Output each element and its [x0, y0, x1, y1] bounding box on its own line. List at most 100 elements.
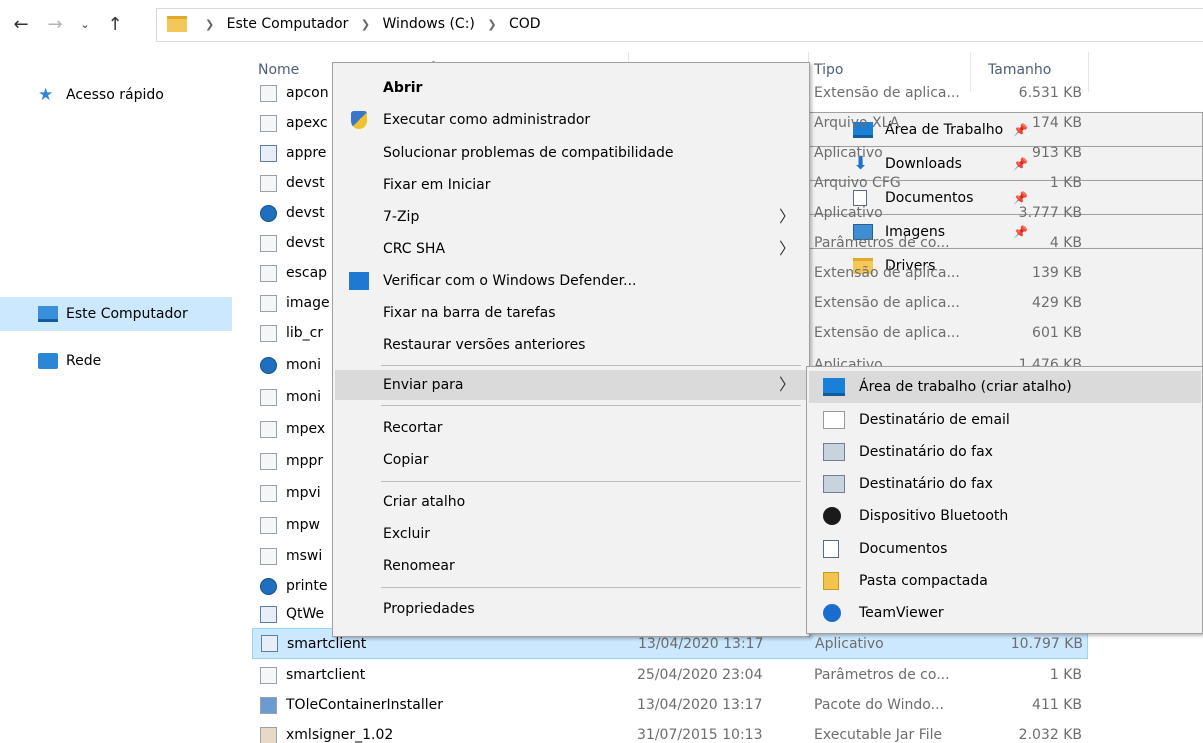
file-name: mswi: [286, 548, 323, 564]
sidebar-item-rede[interactable]: Rede: [0, 344, 232, 378]
menu-item-propriedades[interactable]: Propriedades: [335, 594, 807, 624]
file-type: Parâmetros de co...: [814, 667, 950, 683]
menu-item-criar-atalho[interactable]: Criar atalho: [335, 487, 807, 517]
breadcrumb-item-este-computador[interactable]: Este Computador: [227, 16, 349, 32]
submenu-item-label: TeamViewer: [859, 605, 944, 621]
dll-file-icon: [260, 453, 277, 470]
submenu-item-destinatario-fax[interactable]: Destinatário do fax: [809, 468, 1201, 500]
menu-separator: [381, 365, 801, 366]
file-name: mpw: [286, 517, 320, 533]
file-name: lib_cr: [286, 325, 324, 341]
file-type: Pacote do Windo...: [814, 697, 944, 713]
application-icon: [260, 357, 277, 374]
file-name: apexc: [286, 115, 328, 131]
file-type: Aplicativo: [814, 205, 883, 221]
submenu-item-bluetooth[interactable]: Dispositivo Bluetooth: [809, 500, 1201, 532]
breadcrumb[interactable]: ❯ Este Computador ❯ Windows (C:) ❯ COD: [156, 8, 1203, 42]
menu-item-excluir[interactable]: Excluir: [335, 519, 807, 549]
menu-item-fixar-em-iniciar[interactable]: Fixar em Iniciar: [335, 170, 807, 200]
file-name: mpex: [286, 421, 326, 437]
recent-locations-chevron-icon[interactable]: ⌄: [74, 14, 96, 36]
zip-folder-icon: [823, 572, 839, 590]
mail-icon: [823, 411, 845, 429]
menu-item-verificar-windows-defender[interactable]: Verificar com o Windows Defender...: [335, 266, 807, 296]
computer-icon: [38, 306, 58, 322]
submenu-item-documentos[interactable]: Documentos: [809, 533, 1201, 565]
submenu-item-teamviewer[interactable]: TeamViewer: [809, 597, 1201, 629]
file-size: 1 KB: [1049, 175, 1082, 191]
menu-item-label: Verificar com o Windows Defender...: [383, 273, 637, 289]
uac-shield-icon: [351, 111, 367, 129]
submenu-item-label: Documentos: [859, 541, 948, 557]
menu-item-executar-como-administrador[interactable]: Executar como administrador: [335, 105, 807, 135]
file-name: TOleContainerInstaller: [286, 697, 444, 713]
menu-item-label: Solucionar problemas de compatibilidade: [383, 145, 674, 161]
file-row[interactable]: xmlsigner_1.02 31/07/2015 10:13 Executable…: [252, 720, 1088, 743]
file-size: 6.531 KB: [1018, 85, 1082, 101]
chevron-right-icon: 〉: [778, 375, 795, 394]
breadcrumb-item-windows[interactable]: Windows (C:): [383, 16, 475, 32]
menu-item-label: Restaurar versões anteriores: [383, 337, 586, 353]
submenu-item-area-de-trabalho[interactable]: Área de trabalho (criar atalho): [809, 371, 1201, 403]
column-divider[interactable]: [1088, 52, 1089, 92]
sidebar-item-acesso-rapido[interactable]: ★ Acesso rápido: [0, 78, 232, 112]
sidebar-item-label: Acesso rápido: [66, 87, 164, 103]
menu-item-7zip[interactable]: 7-Zip 〉: [335, 202, 807, 232]
file-name: image: [286, 295, 330, 311]
file-name: apcon: [286, 85, 329, 101]
chevron-right-icon: 〉: [778, 207, 795, 226]
menu-item-fixar-barra-tarefas[interactable]: Fixar na barra de tarefas: [335, 298, 807, 328]
breadcrumb-separator-icon[interactable]: ❯: [487, 18, 496, 31]
submenu-item-label: Destinatário de email: [859, 412, 1010, 428]
teamviewer-icon: [823, 604, 841, 622]
application-icon: [261, 635, 278, 652]
back-arrow-icon[interactable]: ←: [10, 14, 32, 36]
menu-item-abrir[interactable]: Abrir: [335, 73, 807, 103]
submenu-item-pasta-compactada[interactable]: Pasta compactada: [809, 565, 1201, 597]
breadcrumb-item-cod[interactable]: COD: [509, 16, 541, 32]
file-size: 601 KB: [1032, 325, 1082, 341]
breadcrumb-separator-icon[interactable]: ❯: [205, 18, 214, 31]
settings-file-icon: [260, 235, 277, 252]
file-name: printe: [286, 578, 328, 594]
dll-file-icon: [260, 548, 277, 565]
file-name: devst: [286, 235, 325, 251]
navigation-pane: ★ Acesso rápido Área de Trabalho 📌 ⬇ Dow…: [0, 72, 1203, 743]
menu-item-recortar[interactable]: Recortar: [335, 413, 807, 443]
file-type: Extensão de aplica...: [814, 295, 960, 311]
file-size: 3.777 KB: [1018, 205, 1082, 221]
menu-item-restaurar-versoes[interactable]: Restaurar versões anteriores: [335, 330, 807, 360]
file-size: 913 KB: [1032, 145, 1082, 161]
menu-item-crc-sha[interactable]: CRC SHA 〉: [335, 234, 807, 264]
submenu-item-label: Destinatário do fax: [859, 476, 993, 492]
breadcrumb-separator-icon[interactable]: ❯: [361, 18, 370, 31]
menu-item-copiar[interactable]: Copiar: [335, 445, 807, 475]
file-icon: [260, 485, 277, 502]
context-menu: Abrir Executar como administrador Soluci…: [332, 62, 810, 637]
menu-item-label: Fixar em Iniciar: [383, 177, 491, 193]
up-arrow-icon[interactable]: ↑: [104, 14, 126, 36]
installer-icon: [260, 697, 277, 714]
forward-arrow-icon[interactable]: →: [44, 14, 66, 36]
menu-item-enviar-para[interactable]: Enviar para 〉: [335, 370, 807, 400]
file-row[interactable]: TOleContainerInstaller 13/04/2020 13:17 Pa…: [252, 690, 1088, 721]
fax-icon: [823, 443, 845, 461]
menu-separator: [381, 481, 801, 482]
menu-item-solucionar-problemas[interactable]: Solucionar problemas de compatibilidade: [335, 138, 807, 168]
sidebar-item-este-computador[interactable]: Este Computador: [0, 297, 232, 331]
menu-item-renomear[interactable]: Renomear: [335, 551, 807, 581]
dll-file-icon: [260, 265, 277, 282]
submenu-item-destinatario-email[interactable]: Destinatário de email: [809, 404, 1201, 436]
submenu-item-destinatario-fax[interactable]: Destinatário do fax: [809, 436, 1201, 468]
file-icon: [260, 85, 277, 102]
menu-item-label: Enviar para: [383, 377, 464, 393]
application-icon: [260, 578, 277, 595]
file-type: Extensão de aplica...: [814, 85, 960, 101]
file-name: devst: [286, 205, 325, 221]
network-icon: [38, 353, 58, 369]
fax-icon: [823, 475, 845, 493]
defender-icon: [349, 272, 369, 290]
file-size: 2.032 KB: [1018, 727, 1082, 743]
file-row[interactable]: smartclient 25/04/2020 23:04 Parâmetros de…: [252, 660, 1088, 691]
menu-item-label: Recortar: [383, 420, 443, 436]
